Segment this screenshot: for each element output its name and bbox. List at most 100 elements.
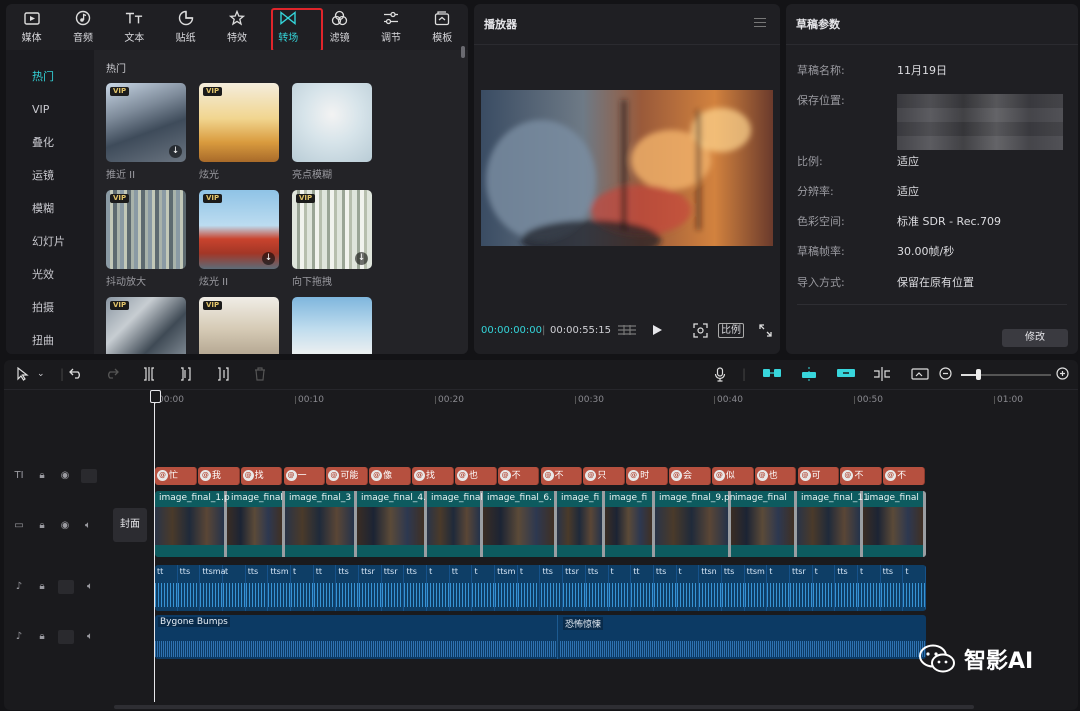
cover-button[interactable]: 封面 xyxy=(113,508,147,542)
category-dissolve[interactable]: 叠化 xyxy=(6,126,94,159)
text-clip[interactable]: @ 会 xyxy=(669,467,711,485)
transition-item[interactable]: VIP ↓ 炫光 II xyxy=(199,190,279,288)
tts-audio-clip[interactable]: t xyxy=(608,565,632,611)
lock-icon[interactable]: 🔒︎ xyxy=(35,630,49,644)
category-vip[interactable]: VIP xyxy=(6,93,94,126)
tts-audio-clip[interactable]: t xyxy=(291,565,314,611)
tts-audio-clip[interactable]: tts xyxy=(585,565,609,611)
category-slideshow[interactable]: 幻灯片 xyxy=(6,225,94,258)
text-clip[interactable]: @ 不 xyxy=(840,467,883,485)
transition-item[interactable]: VIP xyxy=(199,297,279,354)
text-clip[interactable]: @ 找 xyxy=(240,467,283,485)
tts-audio-clip[interactable]: tts xyxy=(880,565,904,611)
linkage-icon[interactable] xyxy=(836,367,856,382)
lock-icon[interactable]: 🔒︎ xyxy=(35,519,49,533)
trim-left-icon[interactable] xyxy=(180,367,192,384)
tts-audio-clip[interactable]: t xyxy=(223,565,246,611)
speaker-icon[interactable]: 🔈︎ xyxy=(83,580,97,594)
zoom-in-icon[interactable] xyxy=(1056,367,1069,383)
main-track-magnet-icon[interactable] xyxy=(762,367,782,382)
category-blur[interactable]: 模糊 xyxy=(6,192,94,225)
tts-audio-clip[interactable]: ttsm xyxy=(268,565,292,611)
track-toggle[interactable] xyxy=(81,469,97,483)
category-light[interactable]: 光效 xyxy=(6,258,94,291)
eye-icon[interactable]: ◉ xyxy=(58,519,72,533)
tool-template[interactable]: 模板 xyxy=(417,4,468,50)
split-icon[interactable] xyxy=(143,367,155,384)
tts-audio-clip[interactable]: tts xyxy=(336,565,360,611)
tts-audio-clip[interactable]: tts xyxy=(404,565,428,611)
tts-audio-clip[interactable]: t xyxy=(903,565,926,611)
tts-audio-clip[interactable]: tt xyxy=(631,565,654,611)
video-clip[interactable]: image_final_1.p xyxy=(155,491,230,557)
transition-item[interactable]: VIP xyxy=(106,297,186,354)
track-toggle[interactable] xyxy=(58,580,74,594)
category-camera-move[interactable]: 运镜 xyxy=(6,159,94,192)
download-icon[interactable]: ↓ xyxy=(262,252,275,265)
auto-snap-icon[interactable] xyxy=(799,367,819,386)
tts-audio-clip[interactable]: ttsr xyxy=(359,565,382,611)
tts-audio-clip[interactable]: ttsma xyxy=(200,565,225,611)
text-clip[interactable]: @ 不 xyxy=(883,467,925,485)
scrollbar-thumb[interactable] xyxy=(461,46,465,58)
text-clip[interactable]: @ 像 xyxy=(369,467,411,485)
video-clip[interactable]: image_final xyxy=(227,491,285,557)
tts-audio-clip[interactable]: tts xyxy=(653,565,677,611)
timeline-horizontal-scrollbar[interactable] xyxy=(114,705,974,709)
text-clip[interactable]: @ 也 xyxy=(754,467,797,485)
tts-audio-clip[interactable]: tt xyxy=(449,565,473,611)
transition-item[interactable] xyxy=(292,297,372,354)
tts-audio-clip[interactable]: t xyxy=(427,565,450,611)
chevron-down-icon[interactable]: ⌄ xyxy=(37,369,45,379)
text-clip[interactable]: @ 一 xyxy=(283,467,326,485)
video-clip[interactable]: image_final_3 xyxy=(285,491,357,557)
eye-icon[interactable]: ◉ xyxy=(58,469,72,483)
category-distort[interactable]: 扭曲 xyxy=(6,324,94,354)
microphone-icon[interactable] xyxy=(714,367,726,385)
select-cursor-icon[interactable] xyxy=(16,366,30,384)
timecode-grid-icon[interactable] xyxy=(617,324,637,339)
lock-icon[interactable]: 🔒︎ xyxy=(35,469,49,483)
video-clip[interactable]: image_fi xyxy=(605,491,655,557)
video-clip[interactable]: image_final_9.pn xyxy=(655,491,735,557)
text-clip[interactable]: @ 可 xyxy=(797,467,840,485)
tts-audio-clip[interactable]: ttsm xyxy=(495,565,518,611)
download-icon[interactable]: ↓ xyxy=(169,145,182,158)
ratio-button[interactable]: 比例 xyxy=(718,323,744,338)
transition-item[interactable]: VIP 炫光 xyxy=(199,83,279,181)
tool-adjust[interactable]: 调节 xyxy=(365,4,416,50)
tts-audio-clip[interactable]: ttsr xyxy=(381,565,405,611)
edit-button[interactable]: 修改 xyxy=(1002,329,1068,347)
tool-media[interactable]: 媒体 xyxy=(6,4,57,50)
redo-icon[interactable] xyxy=(105,367,119,382)
transition-item[interactable]: VIP ↓ 向下拖拽 xyxy=(292,190,372,288)
tts-audio-clip[interactable]: tt xyxy=(313,565,337,611)
video-clip[interactable]: image_fi xyxy=(557,491,605,557)
tool-text[interactable]: 文本 xyxy=(109,4,160,50)
video-clip[interactable]: image_final xyxy=(427,491,483,557)
transition-item[interactable]: VIP 抖动放大 xyxy=(106,190,186,288)
text-clip[interactable]: @ 不 xyxy=(497,467,540,485)
tts-audio-clip[interactable]: ttsm xyxy=(744,565,768,611)
tts-audio-clip[interactable]: tts xyxy=(835,565,858,611)
tts-audio-clip[interactable]: ttsr xyxy=(563,565,586,611)
music-clip[interactable]: Bygone Bumps xyxy=(155,615,558,659)
text-clip[interactable]: @ 只 xyxy=(583,467,626,485)
speaker-icon[interactable]: 🔈︎ xyxy=(83,630,97,644)
tts-audio-clip[interactable]: ttsn xyxy=(699,565,722,611)
preview-axis-icon[interactable] xyxy=(873,367,891,384)
tool-audio[interactable]: 音频 xyxy=(57,4,108,50)
lock-icon[interactable]: 🔒︎ xyxy=(35,580,49,594)
tts-audio-clip[interactable]: t xyxy=(676,565,700,611)
text-clip[interactable]: @ 找 xyxy=(412,467,454,485)
video-clip[interactable]: image_final xyxy=(863,491,926,557)
undo-icon[interactable] xyxy=(69,367,83,382)
tts-audio-clip[interactable]: tts xyxy=(245,565,269,611)
tts-audio-clip[interactable]: ttsr xyxy=(789,565,813,611)
video-clip[interactable]: image_final xyxy=(731,491,797,557)
track-toggle[interactable] xyxy=(58,630,74,644)
category-shoot[interactable]: 拍摄 xyxy=(6,291,94,324)
tts-audio-clip[interactable]: tts xyxy=(721,565,745,611)
tts-audio-clip[interactable]: tt xyxy=(155,565,178,611)
music-clip[interactable]: 恐怖惊悚 xyxy=(560,615,926,659)
